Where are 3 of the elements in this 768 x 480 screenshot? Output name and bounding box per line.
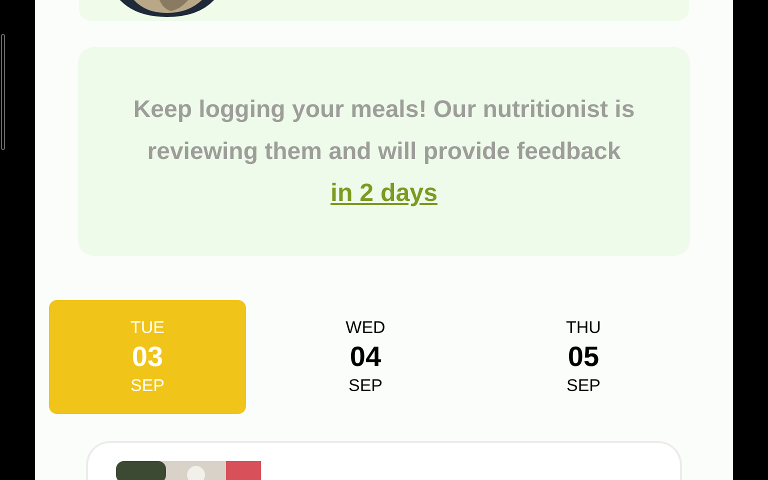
message-text: Keep logging your meals! Our nutritionist is reviewing them and will provide feedback [132,95,636,168]
date-tab[interactable]: THU 05 SEP [485,300,682,414]
date-tab[interactable]: WED 04 SEP [267,300,464,414]
